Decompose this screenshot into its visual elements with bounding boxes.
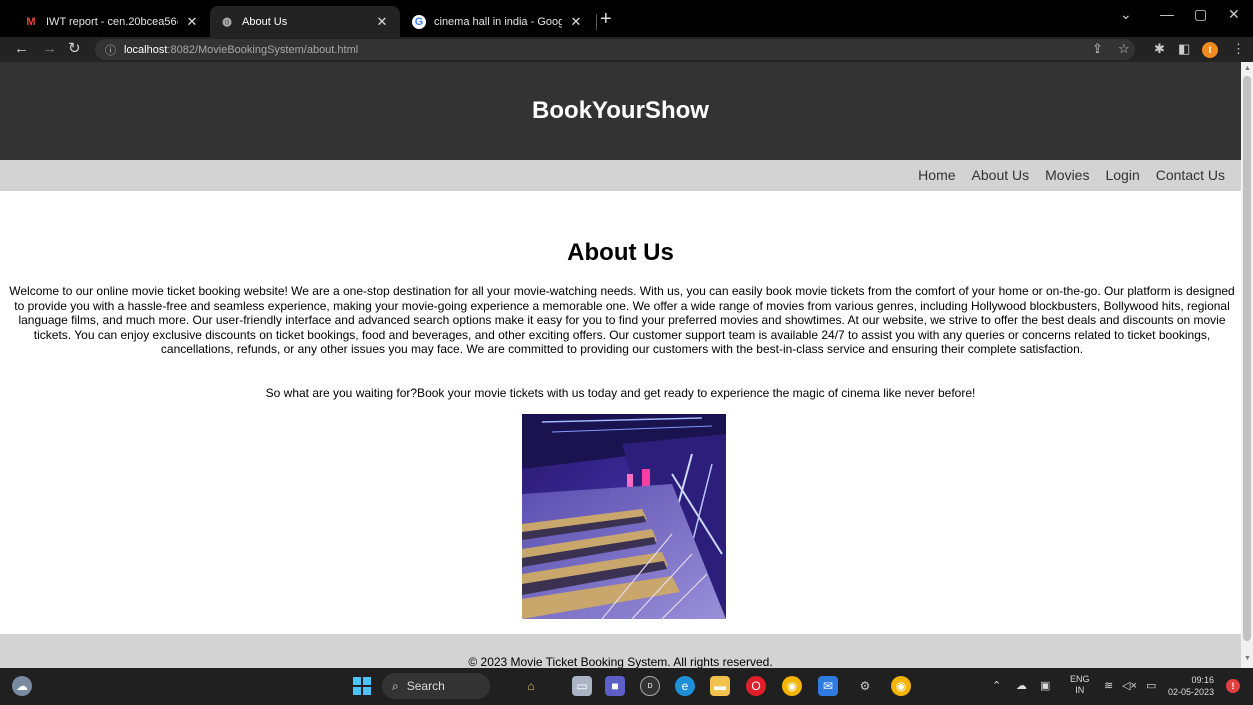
- chrome-active-icon[interactable]: ◉: [891, 676, 911, 696]
- tray-overflow-icon[interactable]: ⌃: [992, 679, 1001, 692]
- tab-about-us[interactable]: ◍ About Us ✕: [210, 6, 400, 37]
- new-tab-button[interactable]: +: [600, 9, 612, 29]
- maximize-icon[interactable]: ▢: [1194, 6, 1207, 23]
- notification-badge-icon[interactable]: !: [1226, 679, 1240, 693]
- reload-icon[interactable]: ↻: [68, 39, 81, 59]
- bookmark-star-icon[interactable]: ☆: [1118, 40, 1130, 58]
- taskbar-search-label: Search: [406, 679, 445, 693]
- cinema-hall-image: [522, 414, 726, 619]
- close-icon[interactable]: ✕: [568, 14, 584, 30]
- tab-title: cinema hall in india - Google Sea: [434, 15, 562, 28]
- language-code: ENG: [1070, 674, 1090, 684]
- address-host: localhost: [124, 43, 168, 56]
- nav-link-contact-us[interactable]: Contact Us: [1156, 167, 1225, 183]
- close-icon[interactable]: ✕: [184, 14, 200, 30]
- site-header: BookYourShow: [0, 62, 1241, 160]
- browser-tab-bar: M IWT report - cen.20bcea56@silic ✕ ◍ Ab…: [0, 0, 1253, 37]
- task-view-icon[interactable]: ▭: [572, 676, 592, 696]
- about-paragraph: Welcome to our online movie ticket booki…: [9, 284, 1235, 356]
- onedrive-icon[interactable]: ☁: [1016, 679, 1027, 692]
- settings-gear-icon[interactable]: ⚙: [855, 676, 875, 696]
- page-viewport: BookYourShow Home About Us Movies Login …: [0, 62, 1241, 668]
- gmail-icon: M: [26, 15, 36, 28]
- wifi-icon[interactable]: ≋: [1104, 679, 1113, 692]
- about-heading: About Us: [567, 239, 674, 266]
- site-footer: © 2023 Movie Ticket Booking System. All …: [0, 634, 1241, 668]
- side-panel-icon[interactable]: ◧: [1178, 40, 1190, 58]
- mail-icon[interactable]: ✉: [818, 676, 838, 696]
- forward-icon[interactable]: →: [42, 39, 57, 59]
- site-title: BookYourShow: [532, 97, 709, 124]
- browser-toolbar: ← → ↻ ⓘ localhost :8082/MovieBookingSyst…: [0, 37, 1253, 62]
- address-path: :8082/MovieBookingSystem/about.html: [167, 43, 359, 56]
- address-bar[interactable]: ⓘ localhost :8082/MovieBookingSystem/abo…: [95, 39, 1135, 60]
- teams-icon[interactable]: ■: [605, 676, 625, 696]
- clock-time: 09:16: [1191, 675, 1215, 685]
- nav-link-movies[interactable]: Movies: [1045, 167, 1089, 183]
- volume-icon[interactable]: ◁×: [1122, 679, 1137, 692]
- tab-title: IWT report - cen.20bcea56@silic: [46, 15, 178, 28]
- footer-copyright: © 2023 Movie Ticket Booking System. All …: [468, 655, 773, 668]
- extensions-icon[interactable]: ✱: [1154, 40, 1165, 58]
- dell-icon[interactable]: D: [640, 676, 660, 696]
- chrome-icon[interactable]: ◉: [782, 676, 802, 696]
- windows-start-icon[interactable]: [352, 676, 372, 696]
- window-close-icon[interactable]: ✕: [1228, 6, 1240, 23]
- menu-kebab-icon[interactable]: ⋮: [1232, 40, 1245, 58]
- scroll-up-icon[interactable]: ▲: [1244, 65, 1251, 72]
- scrollbar-thumb[interactable]: [1243, 76, 1251, 641]
- google-icon: G: [412, 14, 426, 29]
- scroll-down-icon[interactable]: ▼: [1244, 655, 1251, 662]
- edge-icon[interactable]: e: [675, 676, 695, 696]
- taskbar-search[interactable]: ⌕ Search: [382, 673, 490, 699]
- page-scrollbar[interactable]: ▲ ▼: [1241, 62, 1253, 668]
- clock-date: 02-05-2023: [1168, 687, 1215, 697]
- globe-icon: ◍: [222, 16, 232, 28]
- windows-taskbar: ☁ ⌕ Search ⌂ ▭ ■ D e ▬ O ◉ ✉ ⚙ ◉ ⌃ ☁ ▣ E…: [0, 668, 1253, 705]
- back-icon[interactable]: ←: [14, 39, 29, 59]
- tab-google-search[interactable]: G cinema hall in india - Google Sea ✕: [402, 6, 594, 37]
- share-icon[interactable]: ⇪: [1092, 40, 1103, 58]
- language-region: IN: [1075, 685, 1085, 695]
- tab-separator: [596, 14, 597, 30]
- file-explorer-icon[interactable]: ▬: [710, 676, 730, 696]
- battery-icon[interactable]: ▭: [1146, 679, 1156, 692]
- nav-link-home[interactable]: Home: [918, 167, 955, 183]
- search-icon: ⌕: [392, 678, 399, 693]
- close-icon[interactable]: ✕: [374, 14, 390, 30]
- tray-app-icon[interactable]: ▣: [1040, 679, 1050, 692]
- minimize-icon[interactable]: —: [1160, 6, 1174, 22]
- tab-title: About Us: [242, 15, 288, 28]
- site-info-icon[interactable]: ⓘ: [105, 42, 116, 58]
- tab-search-icon[interactable]: ⌄: [1120, 6, 1132, 23]
- nav-link-login[interactable]: Login: [1105, 167, 1139, 183]
- site-nav: Home About Us Movies Login Contact Us: [0, 160, 1241, 191]
- nav-link-about-us[interactable]: About Us: [972, 167, 1030, 183]
- system-clock[interactable]: 09:16 02-05-2023: [1168, 674, 1214, 698]
- language-indicator[interactable]: ENG IN: [1070, 674, 1090, 696]
- widgets-icon[interactable]: ⌂: [518, 676, 544, 696]
- tab-gmail[interactable]: M IWT report - cen.20bcea56@silic ✕: [14, 6, 210, 37]
- profile-avatar[interactable]: I: [1202, 42, 1218, 58]
- about-cta-text: So what are you waiting for?Book your mo…: [265, 386, 976, 400]
- weather-icon[interactable]: ☁: [12, 676, 32, 696]
- opera-icon[interactable]: O: [746, 676, 766, 696]
